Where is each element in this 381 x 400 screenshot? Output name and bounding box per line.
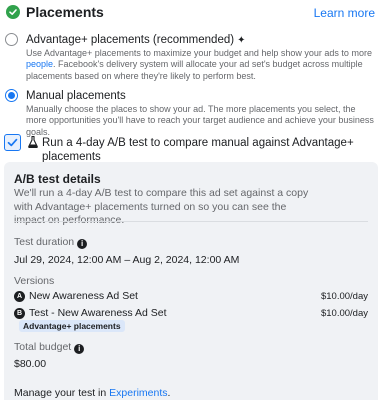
manual-placements-description: Manually choose the places to show your …: [26, 104, 374, 137]
version-b-badge: B: [14, 308, 25, 319]
total-budget-label: Total budget i: [14, 341, 85, 354]
versions-label: Versions: [14, 275, 55, 287]
section-title: Placements: [26, 4, 104, 20]
manage-text-end: .: [167, 387, 171, 399]
ab-test-checkbox[interactable]: [4, 134, 21, 151]
version-a-badge: A: [14, 291, 25, 302]
manage-test-text: Manage your test in Experiments.: [14, 387, 170, 400]
manual-placements-radio[interactable]: [5, 89, 18, 102]
total-budget-value: $80.00: [14, 358, 47, 370]
info-icon[interactable]: i: [74, 344, 85, 354]
experiments-link[interactable]: Experiments: [109, 387, 167, 399]
advantage-desc-text-end: . Facebook's delivery system will alloca…: [26, 59, 363, 81]
people-link[interactable]: people: [26, 59, 53, 69]
version-row: B Test - New Awareness Ad Set $10.00/day: [14, 307, 368, 321]
advantage-placements-radio[interactable]: [5, 33, 18, 46]
divider: [14, 221, 368, 222]
test-duration-value: Jul 29, 2024, 12:00 AM – Aug 2, 2024, 12…: [14, 254, 240, 266]
advantage-desc-text: Use Advantage+ placements to maximize yo…: [26, 48, 372, 58]
version-budget: $10.00/day: [320, 308, 368, 319]
ab-test-details-panel: A/B test details We'll run a 4-day A/B t…: [4, 162, 378, 400]
learn-more-link[interactable]: Learn more: [314, 6, 375, 20]
test-duration-label: Test duration i: [14, 236, 88, 249]
test-duration-label-text: Test duration: [14, 236, 75, 248]
manual-placements-title: Manual placements: [26, 90, 126, 102]
advantage-placements-tag: Advantage+ placements: [19, 320, 125, 332]
flask-icon: [28, 135, 38, 153]
version-row: A New Awareness Ad Set $10.00/day: [14, 290, 368, 304]
manage-text: Manage your test in: [14, 387, 110, 399]
advantage-placements-label: Advantage+ placements (recommended): [26, 34, 235, 46]
check-circle-icon: [6, 5, 20, 19]
placements-header: Placements Learn more: [6, 4, 378, 22]
advantage-placements-title: Advantage+ placements (recommended) ✦: [26, 33, 245, 48]
sparkle-icon: ✦: [237, 35, 246, 46]
info-icon[interactable]: i: [77, 239, 88, 249]
total-budget-label-text: Total budget: [14, 341, 72, 353]
version-name: New Awareness Ad Set: [29, 290, 138, 302]
version-budget: $10.00/day: [320, 291, 368, 302]
version-name: Test - New Awareness Ad Set: [29, 307, 167, 319]
ab-test-label: Run a 4-day A/B test to compare manual a…: [42, 137, 354, 163]
ab-test-details-title: A/B test details: [14, 172, 101, 186]
advantage-placements-description: Use Advantage+ placements to maximize yo…: [26, 48, 374, 82]
